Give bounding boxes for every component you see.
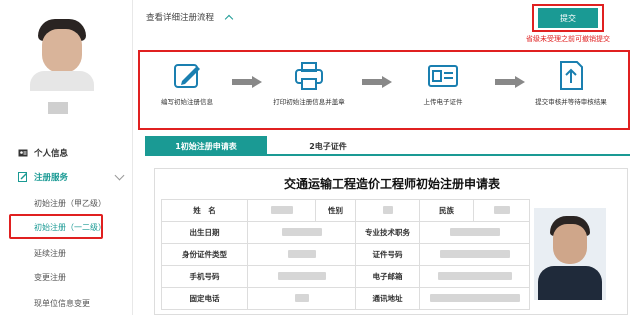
- field-phone: [247, 287, 356, 310]
- step-label: 上传电子证件: [423, 98, 463, 106]
- step-2: 打印初始注册信息并盖章: [264, 58, 354, 107]
- label-ethnicity: 民族: [419, 199, 474, 222]
- label-email: 电子邮箱: [355, 265, 420, 288]
- step-4: 提交审核并等待审核结果: [526, 58, 616, 107]
- form-title: 交通运输工程造价工程师初始注册申请表: [283, 177, 500, 191]
- step-1: 编写初始注册信息: [142, 58, 232, 107]
- step-label: 编写初始注册信息: [161, 98, 213, 106]
- applicant-photo: [534, 208, 606, 300]
- table-row: 出生日期 专业技术职务: [161, 221, 530, 244]
- form-tabs: 1初始注册申请表 2电子证件: [145, 136, 630, 156]
- field-mobile: [247, 265, 356, 288]
- label-birth: 出生日期: [161, 221, 248, 244]
- arrow-right-icon: [362, 76, 392, 88]
- view-flow-link[interactable]: 查看详细注册流程: [146, 11, 234, 24]
- label-name: 姓 名: [161, 199, 248, 222]
- submit-button[interactable]: 提交: [538, 8, 598, 28]
- field-ethnicity: [473, 199, 530, 222]
- edit-icon: [18, 172, 28, 182]
- sidebar-item-personal-info[interactable]: 个人信息: [0, 142, 133, 164]
- id-card-icon: [18, 148, 28, 158]
- upload-icon: [553, 58, 589, 94]
- flow-link-label: 查看详细注册流程: [146, 13, 215, 23]
- field-id-no: [419, 243, 530, 266]
- tab-application-form[interactable]: 1初始注册申请表: [145, 136, 267, 156]
- label-id-type: 身份证件类型: [161, 243, 248, 266]
- step-label: 提交审核并等待审核结果: [535, 98, 607, 106]
- sidebar-subitem-employer-change[interactable]: 现单位信息变更: [0, 292, 133, 314]
- chevron-up-icon: [224, 14, 234, 24]
- highlight-box: [9, 214, 103, 239]
- table-row: 手机号码 电子邮箱: [161, 265, 530, 288]
- field-gender: [355, 199, 420, 222]
- chevron-down-icon: [114, 170, 125, 181]
- label-gender: 性别: [315, 199, 356, 222]
- label-phone: 固定电话: [161, 287, 248, 310]
- label-id-no: 证件号码: [355, 243, 420, 266]
- submit-note: 省级未受理之前可撤销提交: [526, 35, 610, 43]
- field-birth: [247, 221, 356, 244]
- arrow-right-icon: [495, 76, 525, 88]
- registration-steps: 编写初始注册信息 打印初始注册信息并盖章 上传电子证件 提交审核并等待审核结果: [138, 50, 630, 130]
- sidebar-item-registration-service[interactable]: 注册服务: [0, 166, 133, 188]
- field-name: [247, 199, 316, 222]
- label-mobile: 手机号码: [161, 265, 248, 288]
- sidebar-item-label: 个人信息: [34, 149, 69, 159]
- sidebar-subitem-renewal[interactable]: 延续注册: [0, 242, 133, 264]
- arrow-right-icon: [232, 76, 262, 88]
- field-id-type: [247, 243, 356, 266]
- step-label: 打印初始注册信息并盖章: [273, 98, 345, 106]
- label-address: 通讯地址: [355, 287, 420, 310]
- label-title-tech: 专业技术职务: [355, 221, 420, 244]
- sidebar: 个人信息 注册服务 初始注册（甲乙级） 初始注册（一二级） 延续注册 变更注册 …: [0, 0, 133, 315]
- sidebar-item-label: 注册服务: [34, 173, 69, 183]
- table-row: 姓 名 性别 民族: [161, 199, 530, 222]
- field-address: [419, 287, 530, 310]
- sidebar-subitem-initial-jiayi[interactable]: 初始注册（甲乙级）: [0, 192, 133, 214]
- id-card-icon: [425, 58, 461, 94]
- user-name-redacted: [48, 102, 68, 114]
- sidebar-subitem-change[interactable]: 变更注册: [0, 266, 133, 288]
- field-title-tech: [419, 221, 530, 244]
- table-row: 固定电话 通讯地址: [161, 287, 530, 310]
- edit-icon: [169, 58, 205, 94]
- tab-electronic-certificate[interactable]: 2电子证件: [267, 136, 389, 156]
- field-email: [419, 265, 530, 288]
- printer-icon: [291, 58, 327, 94]
- avatar: [28, 19, 96, 91]
- step-3: 上传电子证件: [398, 58, 488, 107]
- table-row: 身份证件类型 证件号码: [161, 243, 530, 266]
- form-table: 姓 名 性别 民族 出生日期 专业技术职务 身份证件类型 证件号码 手机号码 电…: [161, 199, 530, 310]
